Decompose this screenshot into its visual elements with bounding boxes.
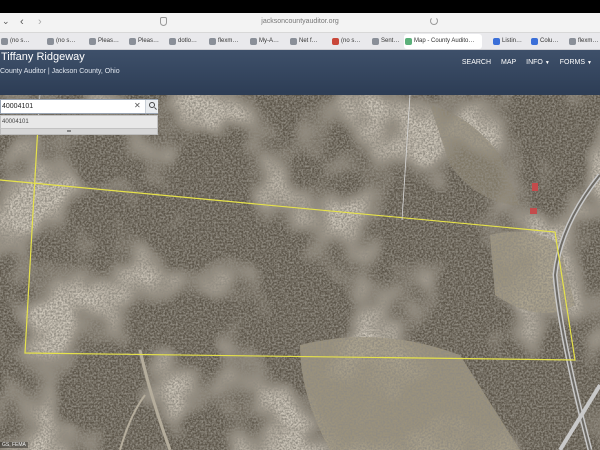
tab-1[interactable]: (no s… bbox=[46, 34, 88, 49]
main-menu: SEARCH MAP INFO ▼ FORMS ▼ bbox=[462, 59, 600, 66]
tab-9[interactable]: Sent… bbox=[371, 34, 403, 49]
forest-canopy bbox=[0, 95, 600, 450]
tab-favicon-icon bbox=[1, 38, 8, 45]
tab-8[interactable]: (no s… bbox=[331, 34, 371, 49]
tab-11[interactable]: Listin… bbox=[492, 34, 524, 49]
tab-favicon-icon bbox=[89, 38, 96, 45]
suggestion-grip[interactable] bbox=[0, 129, 158, 135]
tab-3[interactable]: Pleas… bbox=[128, 34, 170, 49]
search-suggestion-item[interactable]: 40004101 bbox=[0, 115, 158, 129]
map-attribution: GS, FEMA bbox=[0, 442, 28, 448]
tab-13[interactable]: flexm… bbox=[568, 34, 600, 49]
tab-favicon-icon bbox=[169, 38, 176, 45]
tab-favicon-icon bbox=[569, 38, 576, 45]
map-canvas bbox=[0, 95, 600, 450]
tab-favicon-icon bbox=[250, 38, 257, 45]
tab-favicon-icon bbox=[290, 38, 297, 45]
tab-strip: (no s… (no s… Pleas… Pleas… dotlo… flexm… bbox=[0, 33, 600, 50]
tab-2[interactable]: Pleas… bbox=[88, 34, 130, 49]
menu-forms[interactable]: FORMS ▼ bbox=[560, 59, 592, 66]
address-bar[interactable]: ⌄ ‹ › jacksoncountyauditor.org bbox=[0, 13, 600, 33]
reload-icon[interactable] bbox=[430, 17, 438, 25]
gmail-favicon-icon bbox=[332, 38, 339, 45]
browser-top-bar bbox=[0, 0, 600, 13]
building bbox=[532, 183, 538, 191]
grip-handle-icon bbox=[67, 130, 71, 132]
tab-favicon-icon bbox=[209, 38, 216, 45]
tab-12[interactable]: Colu… bbox=[530, 34, 560, 49]
caret-down-icon: ▼ bbox=[587, 60, 592, 66]
tab-4[interactable]: dotlo… bbox=[168, 34, 210, 49]
tab-6[interactable]: My-A… bbox=[249, 34, 291, 49]
map-favicon-icon bbox=[405, 38, 412, 45]
tab-10-active[interactable]: Map - County Audito… bbox=[404, 34, 482, 49]
clear-icon[interactable]: ✕ bbox=[134, 101, 141, 110]
tab-favicon-icon bbox=[47, 38, 54, 45]
tab-favicon-icon bbox=[129, 38, 136, 45]
parcel-search-box[interactable]: ✕ bbox=[0, 99, 158, 114]
site-header: Tiffany Ridgeway County Auditor | Jackso… bbox=[0, 50, 600, 145]
tab-0[interactable]: (no s… bbox=[0, 34, 44, 49]
parcel-search-input[interactable] bbox=[1, 100, 133, 113]
aerial-map[interactable] bbox=[0, 95, 600, 450]
auditor-name: Tiffany Ridgeway bbox=[1, 51, 85, 63]
search-button[interactable] bbox=[145, 100, 158, 113]
tab-favicon-icon bbox=[372, 38, 379, 45]
url-text[interactable]: jacksoncountyauditor.org bbox=[0, 18, 600, 25]
menu-map[interactable]: MAP bbox=[501, 59, 516, 66]
tab-favicon-icon bbox=[531, 38, 538, 45]
site-subtitle: County Auditor | Jackson County, Ohio bbox=[0, 68, 120, 75]
tab-5[interactable]: flexm… bbox=[208, 34, 250, 49]
tab-favicon-icon bbox=[493, 38, 500, 45]
caret-down-icon: ▼ bbox=[544, 60, 550, 66]
menu-info[interactable]: INFO ▼ bbox=[526, 59, 550, 66]
menu-search[interactable]: SEARCH bbox=[462, 59, 491, 66]
building bbox=[530, 208, 537, 214]
tab-7[interactable]: Net f… bbox=[289, 34, 331, 49]
